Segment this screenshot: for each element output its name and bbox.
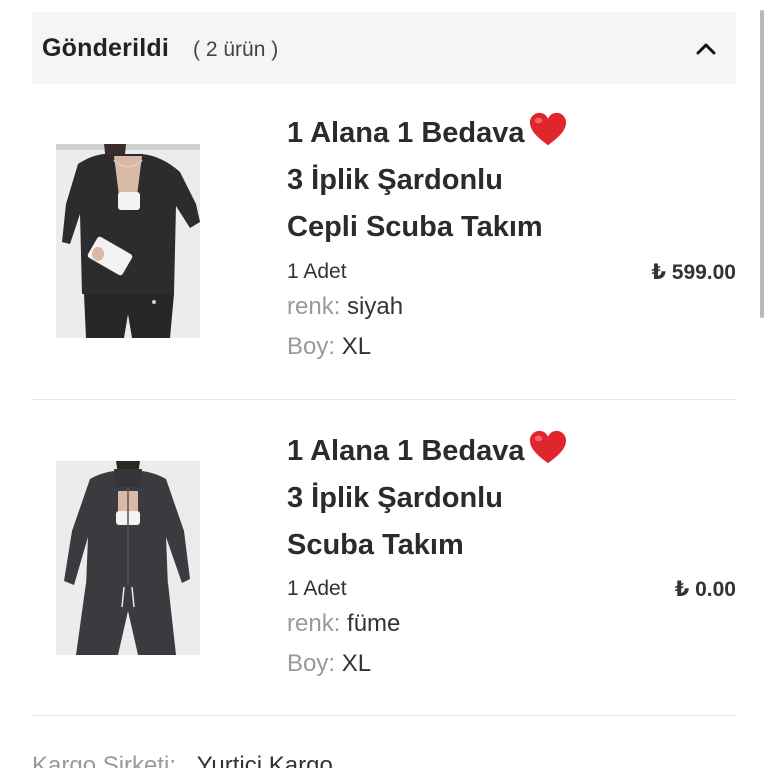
color-attribute: renk: siyah (287, 293, 403, 321)
quantity-label: 1 Adet (287, 260, 347, 283)
product-title[interactable]: 1 Alana 1 Bedava 3 İplik Şardonlu Scuba … (287, 428, 687, 569)
size-value: XL (341, 333, 372, 360)
order-item[interactable]: 1 Alana 1 Bedava 3 İplik Şardonlu Cepli … (32, 100, 736, 400)
product-image[interactable] (56, 144, 200, 338)
color-value: siyah (347, 293, 404, 320)
size-key: Boy: (287, 333, 336, 360)
size-attribute: Boy: XL (287, 333, 371, 361)
product-title-line: 3 İplik Şardonlu (287, 164, 503, 196)
heart-icon (529, 430, 566, 464)
shipped-section-header[interactable]: Gönderildi ( 2 ürün ) (32, 12, 736, 84)
product-image[interactable] (56, 461, 200, 655)
price-label: ₺ 599.00 (651, 261, 736, 284)
color-key: renk: (287, 610, 341, 637)
shipping-company-value: Yurtiçi Kargo (196, 752, 333, 768)
quantity-label: 1 Adet (287, 577, 347, 600)
chevron-up-icon[interactable] (694, 38, 718, 58)
page-scrollbar[interactable] (760, 10, 764, 318)
size-value: XL (341, 650, 372, 677)
shipping-company-label: Kargo Şirketi: (32, 752, 177, 768)
size-key: Boy: (287, 650, 336, 677)
product-title-line: 1 Alana 1 Bedava (287, 117, 525, 149)
product-title[interactable]: 1 Alana 1 Bedava 3 İplik Şardonlu Cepli … (287, 110, 687, 251)
section-title: Gönderildi (42, 33, 169, 62)
color-value: füme (347, 610, 401, 637)
item-count: ( 2 ürün ) (193, 38, 279, 61)
product-title-line: 1 Alana 1 Bedava (287, 435, 525, 467)
color-attribute: renk: füme (287, 610, 400, 638)
color-key: renk: (287, 293, 341, 320)
price-label: ₺ 0.00 (674, 578, 736, 601)
heart-icon (529, 112, 566, 146)
product-title-line: Scuba Takım (287, 529, 464, 561)
shipping-company: Kargo Şirketi: Yurtiçi Kargo (32, 752, 333, 768)
product-title-line: 3 İplik Şardonlu (287, 482, 503, 514)
product-title-line: Cepli Scuba Takım (287, 211, 543, 243)
size-attribute: Boy: XL (287, 650, 371, 678)
order-item[interactable]: 1 Alana 1 Bedava 3 İplik Şardonlu Scuba … (32, 418, 736, 716)
